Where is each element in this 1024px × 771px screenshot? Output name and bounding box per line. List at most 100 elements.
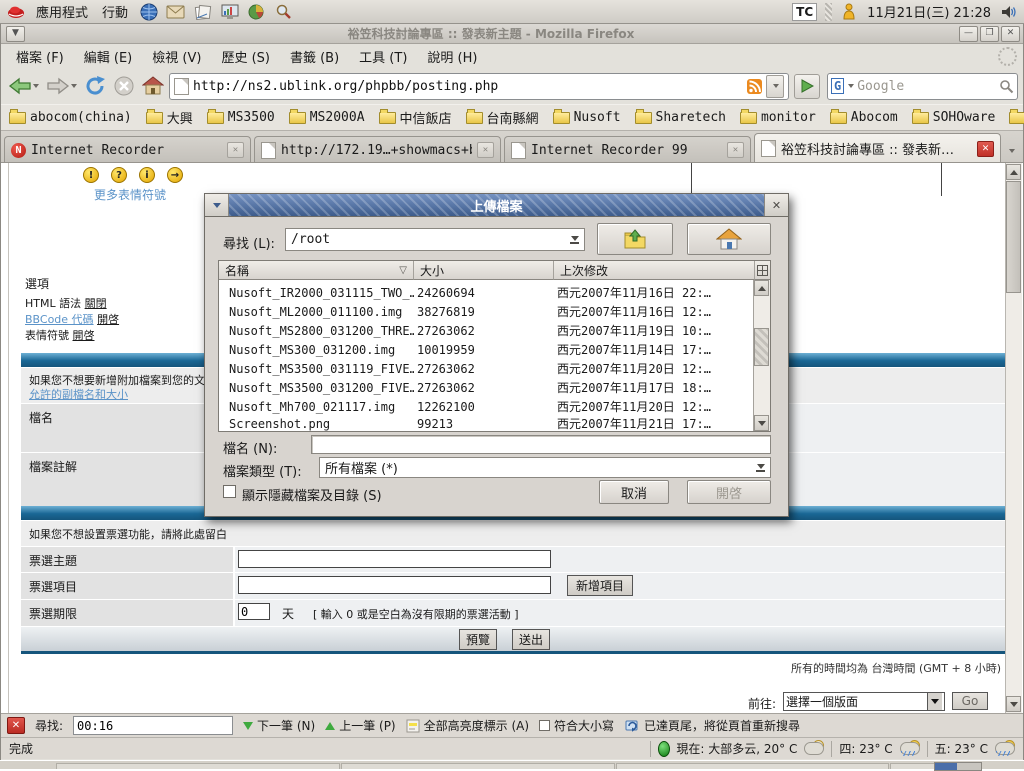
highlight-all-button[interactable]: 全部高亮度標示 (A): [406, 717, 529, 734]
maximize-button[interactable]: ❒: [980, 26, 999, 42]
poll-option-input[interactable]: [238, 576, 551, 594]
search-engine-dropdown-icon[interactable]: [848, 84, 854, 88]
search-box[interactable]: G Google: [827, 73, 1018, 100]
find-prev-button[interactable]: 上一筆 (P): [325, 717, 395, 734]
panel-clock[interactable]: 11月21日(三) 21:28: [867, 2, 991, 21]
scroll-up-button[interactable]: [1006, 164, 1021, 180]
search-engine-icon[interactable]: G: [831, 78, 844, 94]
open-button[interactable]: 開啓: [687, 480, 771, 504]
reload-button[interactable]: [82, 73, 108, 100]
volume-icon[interactable]: [999, 3, 1018, 21]
file-row[interactable]: Nusoft_MS3500_031200_FIVE…27263062西元2007…: [219, 378, 755, 397]
smiley-idea[interactable]: i: [139, 167, 155, 183]
search-go-icon[interactable]: [999, 79, 1014, 94]
file-list-scrollbar[interactable]: [753, 280, 770, 431]
menu-tools[interactable]: 工具 (T): [350, 45, 416, 68]
location-combo[interactable]: /root: [285, 228, 585, 251]
home-button[interactable]: [140, 73, 166, 100]
match-case-checkbox[interactable]: 符合大小寫: [539, 717, 614, 734]
window-titlebar[interactable]: ▼ 裕笠科技討論專區 :: 發表新主題 - Mozilla Firefox — …: [1, 24, 1023, 44]
bookmark-item[interactable]: MS2000A: [289, 110, 365, 125]
tab-forum-active[interactable]: 裕笠科技討論專區 :: 發表新… ✕: [754, 133, 1001, 163]
bookmark-item[interactable]: monitor: [740, 110, 816, 125]
bookmark-item[interactable]: MS3500: [207, 110, 275, 125]
tab-close-icon[interactable]: ✕: [727, 142, 744, 158]
taskbar-window-button[interactable]: [616, 763, 889, 769]
findbar-close-button[interactable]: ✕: [7, 717, 25, 734]
tab-showmacs[interactable]: http://172.19…+showmacs+br0 ✕: [254, 136, 501, 163]
bookmark-item[interactable]: Sharetech: [635, 110, 726, 125]
back-dropdown-icon[interactable]: [33, 84, 39, 88]
option-bbcode-link[interactable]: BBCode 代碼: [25, 313, 94, 326]
menu-view[interactable]: 檢視 (V): [143, 45, 210, 68]
column-header-size[interactable]: 大小: [414, 261, 554, 280]
column-options-button[interactable]: [754, 261, 770, 280]
minimize-button[interactable]: —: [959, 26, 978, 42]
actions-menu[interactable]: 行動: [99, 2, 131, 21]
close-button[interactable]: ✕: [1001, 26, 1020, 42]
page-scrollbar[interactable]: [1005, 163, 1022, 713]
option-bbcode-toggle[interactable]: 開啓: [97, 313, 119, 326]
url-dropdown-button[interactable]: [766, 75, 784, 98]
scroll-down-button[interactable]: [1006, 696, 1021, 712]
show-hidden-checkbox[interactable]: [223, 485, 236, 498]
pie-chart-icon[interactable]: [247, 3, 266, 21]
find-next-button[interactable]: 下一筆 (N): [243, 717, 315, 734]
documents-icon[interactable]: [193, 3, 212, 21]
file-row[interactable]: Screenshot.png99213西元2007年11月21日 17:…: [219, 414, 755, 433]
menu-history[interactable]: 歷史 (S): [212, 45, 279, 68]
menu-bookmarks[interactable]: 書籤 (B): [281, 45, 348, 68]
menu-file[interactable]: 檔案 (F): [7, 45, 73, 68]
search-icon[interactable]: [274, 3, 293, 21]
forward-button[interactable]: [44, 73, 79, 100]
smiley-exclaim[interactable]: !: [83, 167, 99, 183]
input-method-indicator[interactable]: TC: [792, 3, 817, 21]
file-row[interactable]: Nusoft_MS2800_031200_THRE…27263062西元2007…: [219, 321, 755, 340]
tab-internet-recorder-99[interactable]: Internet Recorder 99 ✕: [504, 136, 751, 163]
poll-title-input[interactable]: [238, 550, 551, 568]
all-tabs-dropdown[interactable]: [1002, 139, 1020, 163]
menu-help[interactable]: 說明 (H): [418, 45, 486, 68]
dialog-close-button[interactable]: ✕: [764, 194, 788, 216]
system-monitor-icon[interactable]: [220, 3, 239, 21]
option-smiley-toggle[interactable]: 開啓: [73, 329, 95, 342]
applet-handle[interactable]: [825, 3, 832, 21]
more-smilies-link[interactable]: 更多表情符號: [94, 186, 166, 203]
tab-close-icon[interactable]: ✕: [977, 141, 994, 157]
bookmark-item[interactable]: 台南縣網: [466, 108, 539, 127]
file-row[interactable]: Nusoft_IR2000_031115_TWO_…24260694西元2007…: [219, 283, 755, 302]
back-button[interactable]: [6, 73, 41, 100]
workspace-switcher[interactable]: [934, 762, 982, 771]
url-bar[interactable]: http://ns2.ublink.org/phpbb/posting.php: [169, 73, 789, 100]
bookmark-item[interactable]: SOHOware: [912, 110, 996, 125]
submit-button[interactable]: 送出: [512, 629, 550, 650]
bookmark-item[interactable]: abocom(china): [9, 110, 132, 125]
column-header-name[interactable]: 名稱 ▽: [219, 261, 414, 280]
bookmark-item[interactable]: Abocom: [830, 110, 898, 125]
bookmark-item[interactable]: IR: [1009, 110, 1024, 125]
dialog-filetype-combo[interactable]: 所有檔案 (*): [319, 457, 771, 478]
forecast-friday[interactable]: 五: 23° C: [935, 740, 988, 757]
bookmark-item[interactable]: Nusoft: [553, 110, 621, 125]
scrollbar-thumb[interactable]: [754, 328, 769, 366]
tab-internet-recorder[interactable]: N Internet Recorder ✕: [4, 136, 251, 163]
search-input[interactable]: Google: [857, 79, 996, 94]
forecast-thursday[interactable]: 四: 23° C: [839, 740, 892, 757]
option-html-toggle[interactable]: 關閉: [85, 297, 107, 310]
file-row[interactable]: Nusoft_MS3500_031119_FIVE…27263062西元2007…: [219, 359, 755, 378]
smiley-arrow[interactable]: →: [167, 167, 183, 183]
window-menu-button[interactable]: ▼: [6, 26, 25, 42]
user-switcher-icon[interactable]: [840, 3, 859, 21]
file-row[interactable]: Nusoft_ML2000_011100.img38276819西元2007年1…: [219, 302, 755, 321]
bookmark-item[interactable]: 大興: [146, 108, 193, 127]
checkbox-icon[interactable]: [539, 720, 550, 731]
stop-button[interactable]: [111, 73, 137, 100]
find-input[interactable]: [73, 716, 233, 735]
tab-close-icon[interactable]: ✕: [227, 142, 244, 158]
weather-status-led[interactable]: [658, 741, 670, 757]
preview-button[interactable]: 預覽: [459, 629, 497, 650]
dialog-titlebar[interactable]: 上傳檔案 ✕: [205, 194, 788, 217]
menu-edit[interactable]: 編輯 (E): [75, 45, 142, 68]
smiley-question[interactable]: ?: [111, 167, 127, 183]
scroll-up-button[interactable]: [754, 280, 769, 296]
